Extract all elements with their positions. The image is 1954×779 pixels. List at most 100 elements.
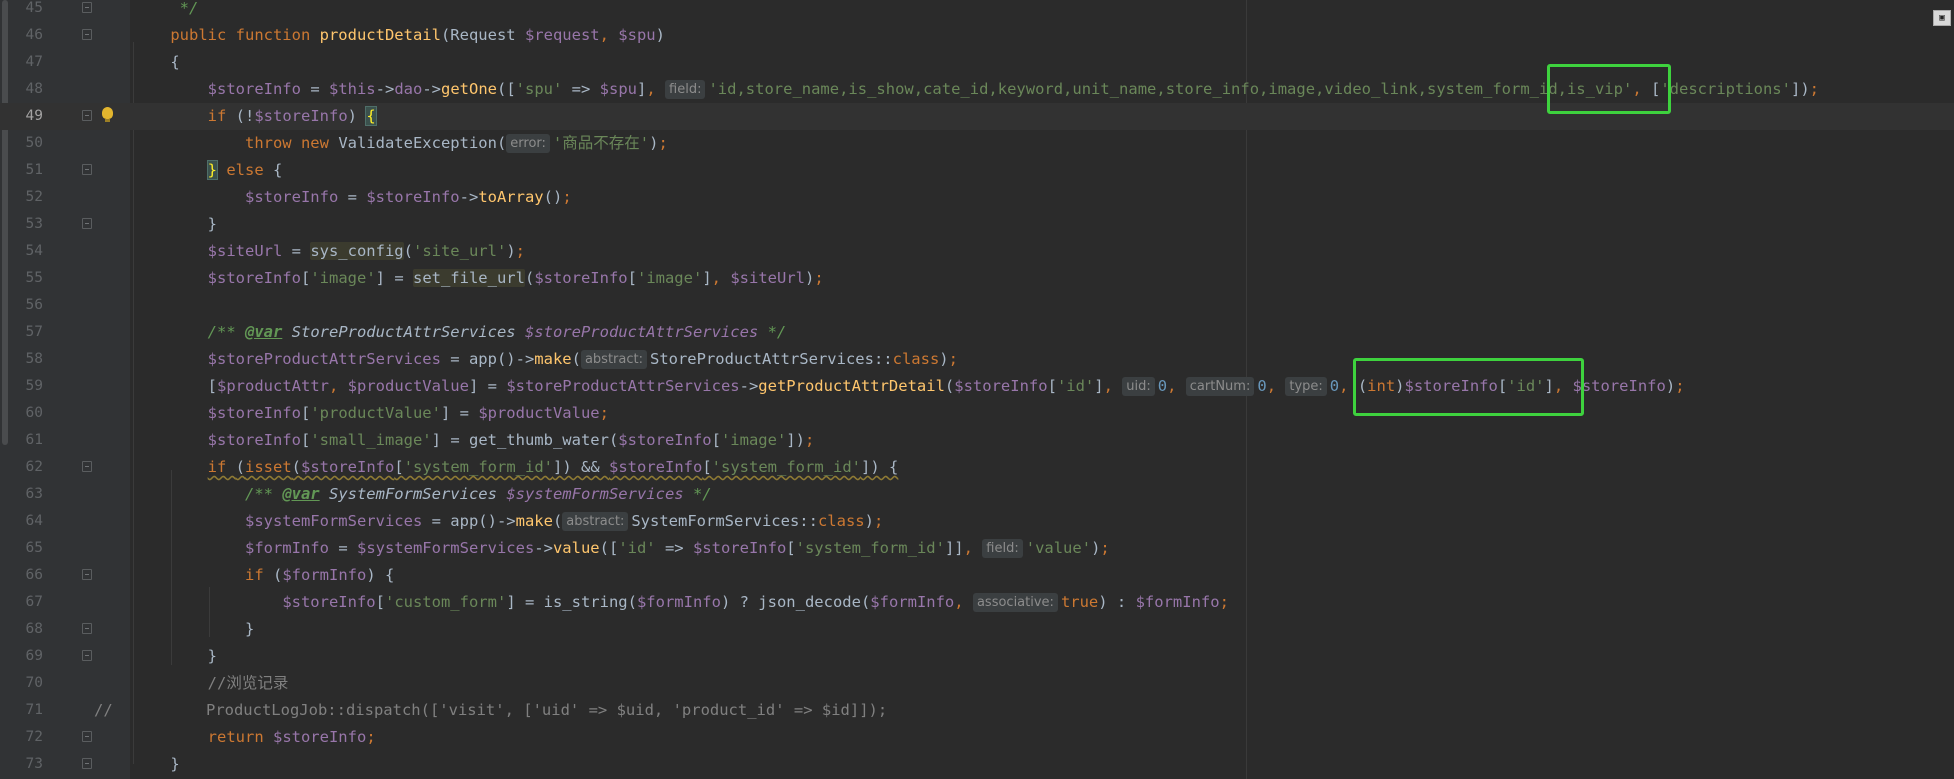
fold-icon[interactable] bbox=[82, 2, 92, 13]
code-text: $systemFormServices = app()->make(abstra… bbox=[244, 512, 884, 531]
line-number: 61 bbox=[25, 432, 43, 448]
param-hint: field: bbox=[982, 539, 1023, 558]
code-text: /** @var SystemFormServices $systemFormS… bbox=[244, 485, 712, 503]
code-editor[interactable]: 45 */ 46 public function productDetail(R… bbox=[0, 0, 1954, 779]
code-text: $formInfo = $systemFormServices->value([… bbox=[244, 539, 1110, 558]
line-number: 62 bbox=[25, 459, 43, 475]
code-line[interactable]: 63 /** @var SystemFormServices $systemFo… bbox=[0, 481, 1954, 508]
code-text: $storeInfo['custom_form'] = is_string($f… bbox=[282, 593, 1229, 612]
code-text: if (!$storeInfo) { bbox=[207, 106, 377, 126]
line-number: 63 bbox=[25, 486, 43, 502]
line-number: 46 bbox=[25, 27, 43, 43]
code-line[interactable]: 57 /** @var StoreProductAttrServices $st… bbox=[0, 319, 1954, 346]
lightbulb-icon[interactable] bbox=[102, 107, 113, 122]
line-number: 51 bbox=[25, 162, 43, 178]
code-line[interactable]: 65 $formInfo = $systemFormServices->valu… bbox=[0, 535, 1954, 562]
code-text: // ProductLogJob::dispatch(['visit', ['u… bbox=[94, 701, 888, 719]
line-number: 72 bbox=[25, 729, 43, 745]
line-number: 50 bbox=[25, 135, 43, 151]
code-line[interactable]: 68 } bbox=[0, 616, 1954, 643]
line-number: 64 bbox=[25, 513, 43, 529]
code-text: //浏览记录 bbox=[207, 674, 289, 692]
code-text: $storeInfo['small_image'] = get_thumb_wa… bbox=[207, 431, 815, 449]
line-number: 69 bbox=[25, 648, 43, 664]
line-number: 65 bbox=[25, 540, 43, 556]
code-text: throw new ValidateException(error: '商品不存在… bbox=[244, 134, 668, 153]
fold-icon[interactable] bbox=[82, 29, 92, 40]
line-number: 55 bbox=[25, 270, 43, 286]
line-number: 48 bbox=[25, 81, 43, 97]
line-number: 54 bbox=[25, 243, 43, 259]
fold-icon[interactable] bbox=[82, 731, 92, 742]
code-text: public function productDetail(Request $r… bbox=[170, 26, 665, 44]
code-line[interactable]: 62 if (isset($storeInfo['system_form_id'… bbox=[0, 454, 1954, 481]
code-line[interactable]: 72 return $storeInfo; bbox=[0, 724, 1954, 751]
fold-icon[interactable] bbox=[82, 461, 92, 472]
code-text: { bbox=[133, 53, 180, 71]
code-text: } bbox=[133, 647, 217, 665]
param-hint: abstract: bbox=[562, 512, 629, 531]
code-line[interactable]: 56 bbox=[0, 292, 1954, 319]
line-number: 57 bbox=[25, 324, 43, 340]
code-line[interactable]: 51 } else { bbox=[0, 157, 1954, 184]
code-line[interactable]: 67 $storeInfo['custom_form'] = is_string… bbox=[0, 589, 1954, 616]
param-hint: cartNum: bbox=[1185, 377, 1255, 396]
fold-icon[interactable] bbox=[82, 110, 92, 121]
code-text: return $storeInfo; bbox=[207, 728, 376, 746]
code-line[interactable]: 60 $storeInfo['productValue'] = $product… bbox=[0, 400, 1954, 427]
line-number: 49 bbox=[25, 108, 43, 124]
param-hint: abstract: bbox=[580, 350, 647, 369]
code-line[interactable]: 64 $systemFormServices = app()->make(abs… bbox=[0, 508, 1954, 535]
code-line[interactable]: 46 public function productDetail(Request… bbox=[0, 22, 1954, 49]
code-line[interactable]: 52 $storeInfo = $storeInfo->toArray(); bbox=[0, 184, 1954, 211]
fold-icon[interactable] bbox=[82, 569, 92, 580]
code-line[interactable]: 70 //浏览记录 bbox=[0, 670, 1954, 697]
code-text: } else { bbox=[206, 160, 283, 180]
fold-icon[interactable] bbox=[82, 623, 92, 634]
line-number: 58 bbox=[25, 351, 43, 367]
param-hint: associative: bbox=[972, 593, 1058, 612]
highlight-box-is-vip bbox=[1547, 64, 1671, 114]
line-number: 66 bbox=[25, 567, 43, 583]
code-text: } bbox=[133, 620, 255, 638]
line-number: 67 bbox=[25, 594, 43, 610]
code-text: /** @var StoreProductAttrServices $store… bbox=[207, 323, 787, 341]
code-line[interactable]: 53 } bbox=[0, 211, 1954, 238]
code-line[interactable]: 58 $storeProductAttrServices = app()->ma… bbox=[0, 346, 1954, 373]
line-number: 60 bbox=[25, 405, 43, 421]
fold-icon[interactable] bbox=[82, 164, 92, 175]
code-line[interactable]: 55 $storeInfo['image'] = set_file_url($s… bbox=[0, 265, 1954, 292]
line-number: 68 bbox=[25, 621, 43, 637]
code-line[interactable]: 45 */ bbox=[0, 0, 1954, 22]
code-line[interactable]: 61 $storeInfo['small_image'] = get_thumb… bbox=[0, 427, 1954, 454]
code-text: if (isset($storeInfo['system_form_id']) … bbox=[207, 458, 899, 476]
code-text: } bbox=[133, 755, 180, 773]
code-text: $storeInfo['productValue'] = $productVal… bbox=[207, 404, 609, 422]
code-line[interactable]: 69 } bbox=[0, 643, 1954, 670]
highlight-box-int-id bbox=[1353, 358, 1584, 416]
fold-icon[interactable] bbox=[82, 218, 92, 229]
line-number: 71 bbox=[25, 702, 43, 718]
line-number: 56 bbox=[25, 297, 43, 313]
line-number: 73 bbox=[25, 756, 43, 772]
code-text: } bbox=[133, 215, 217, 233]
fold-icon[interactable] bbox=[82, 650, 92, 661]
param-hint: error: bbox=[506, 134, 550, 153]
line-number: 53 bbox=[25, 216, 43, 232]
presentation-icon[interactable]: ▣ bbox=[1933, 10, 1951, 26]
line-number: 52 bbox=[25, 189, 43, 205]
code-line[interactable]: 50 throw new ValidateException(error: '商品… bbox=[0, 130, 1954, 157]
code-text: $siteUrl = sys_config('site_url'); bbox=[207, 242, 525, 260]
param-hint: field: bbox=[665, 80, 706, 99]
code-text: if ($formInfo) { bbox=[244, 566, 395, 584]
code-line[interactable]: 71 // ProductLogJob::dispatch(['visit', … bbox=[0, 697, 1954, 724]
line-number: 59 bbox=[25, 378, 43, 394]
code-line[interactable]: 73 } bbox=[0, 751, 1954, 778]
code-text: $storeProductAttrServices = app()->make(… bbox=[207, 350, 958, 369]
fold-icon[interactable] bbox=[82, 758, 92, 769]
code-text: */ bbox=[133, 0, 199, 17]
code-line[interactable]: 59 [$productAttr, $productValue] = $stor… bbox=[0, 373, 1954, 400]
line-number: 70 bbox=[25, 675, 43, 691]
code-line[interactable]: 66 if ($formInfo) { bbox=[0, 562, 1954, 589]
code-line[interactable]: 54 $siteUrl = sys_config('site_url'); bbox=[0, 238, 1954, 265]
